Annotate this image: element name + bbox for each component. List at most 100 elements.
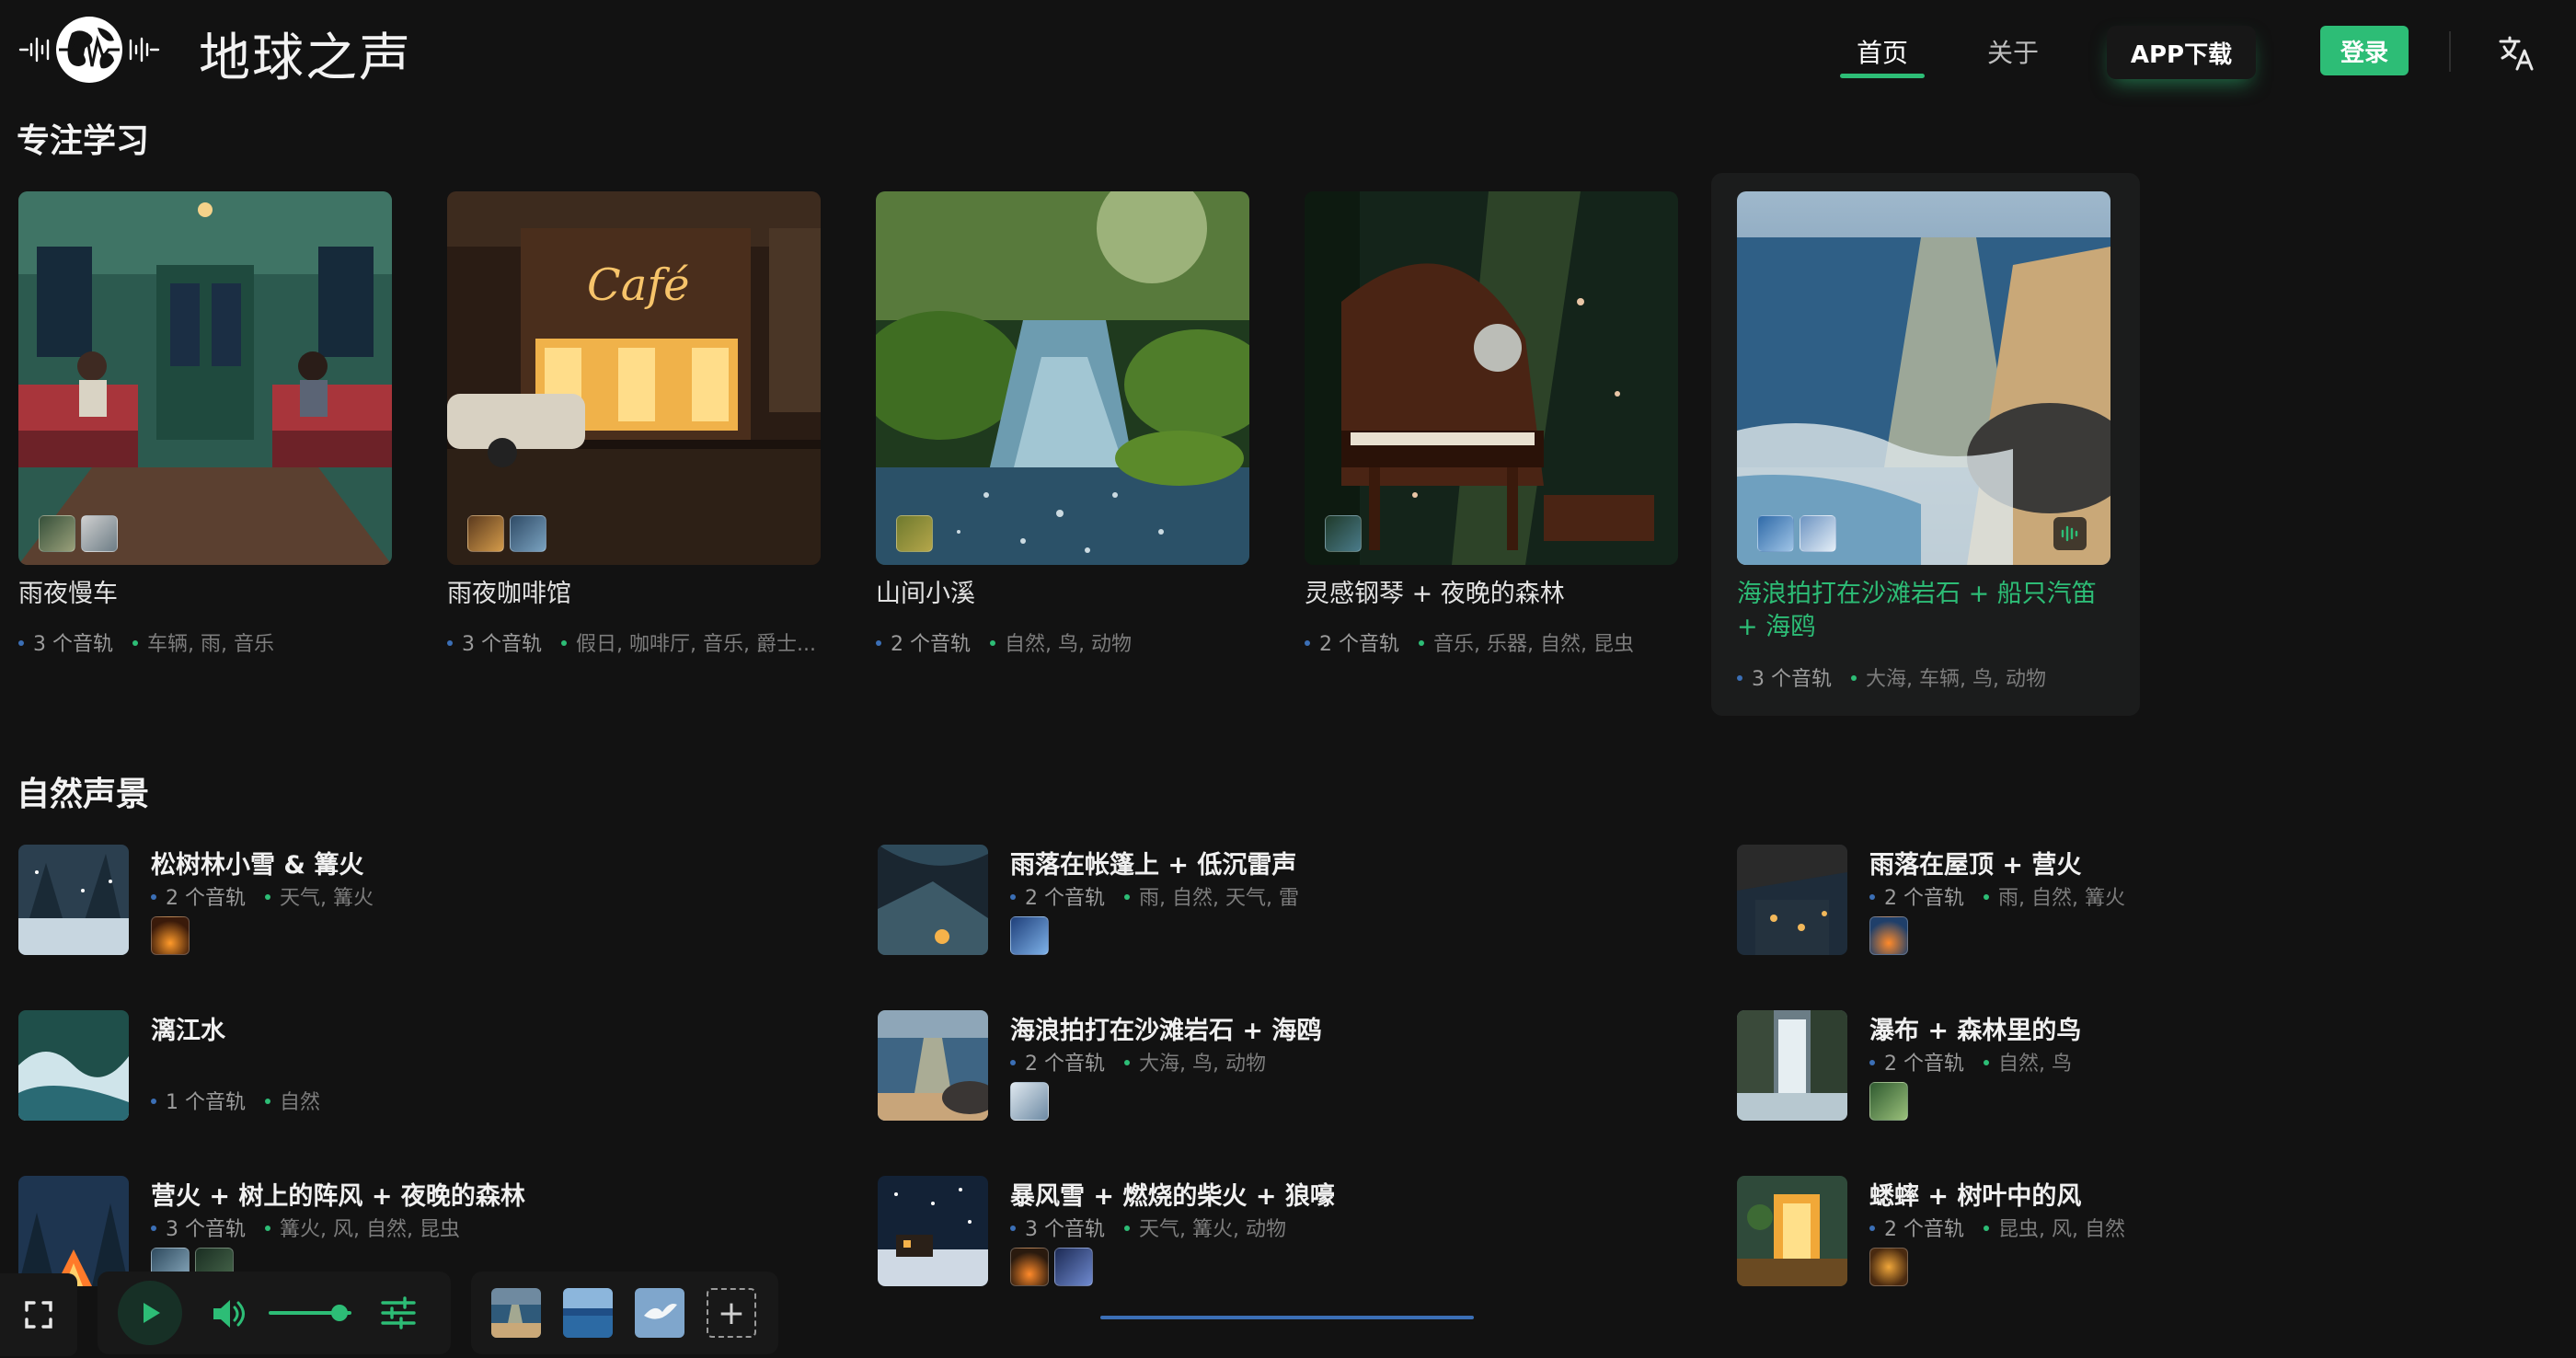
active-track-thumb[interactable] xyxy=(635,1288,684,1338)
card-tags: 车辆, 雨, 音乐 xyxy=(147,633,274,656)
track-count: 3 个音轨 xyxy=(1025,1218,1105,1241)
item-tags: 天气, 篝火 xyxy=(280,887,374,910)
item-track-icons xyxy=(1010,1082,1049,1121)
card-meta: 3 个音轨 假日, 咖啡厅, 音乐, 爵士... xyxy=(447,627,824,657)
track-thumb-icon xyxy=(467,515,504,552)
volume-icon[interactable] xyxy=(210,1295,247,1332)
track-thumb-icon xyxy=(1757,515,1794,552)
track-count: 3 个音轨 xyxy=(33,633,113,656)
item-tags: 昆虫, 风, 自然 xyxy=(1998,1218,2125,1241)
fullscreen-icon xyxy=(25,1301,52,1329)
focus-card-creek[interactable]: 山间小溪 2 个音轨 自然, 鸟, 动物 xyxy=(857,173,1286,716)
item-title: 营火 + 树上的阵风 + 夜晚的森林 xyxy=(151,1182,525,1211)
active-nav-underline xyxy=(1840,74,1926,78)
track-count: 2 个音轨 xyxy=(1025,1053,1105,1076)
focus-card-train[interactable]: 雨夜慢车 3 个音轨 车辆, 雨, 音乐 xyxy=(0,173,429,716)
app-download-button[interactable]: APP下载 xyxy=(2107,26,2256,79)
earth-soundwave-logo-icon[interactable] xyxy=(18,13,160,86)
mixer-icon[interactable] xyxy=(379,1294,418,1332)
item-track-icons xyxy=(1010,1248,1093,1286)
item-meta: 3 个音轨 天气, 篝火, 动物 xyxy=(1010,1213,1286,1242)
bird-track-icon xyxy=(1869,1082,1908,1121)
item-meta: 2 个音轨 自然, 鸟 xyxy=(1869,1047,2072,1076)
item-tags: 篝火, 风, 自然, 昆虫 xyxy=(280,1218,460,1241)
track-count: 2 个音轨 xyxy=(1025,887,1105,910)
add-track-button[interactable]: + xyxy=(707,1288,756,1338)
card-meta: 2 个音轨 音乐, 乐器, 自然, 昆虫 xyxy=(1305,627,1682,657)
list-item[interactable]: 漓江水 1 个音轨 自然 xyxy=(0,1010,828,1148)
item-meta: 2 个音轨 天气, 篝火 xyxy=(151,881,374,911)
track-count: 3 个音轨 xyxy=(462,633,542,656)
focus-card-beach[interactable]: 海浪拍打在沙滩岩石 + 船只汽笛 + 海鸥 3 个音轨 大海, 车辆, 鸟, 动… xyxy=(1711,173,2140,716)
track-count: 3 个音轨 xyxy=(166,1218,246,1241)
card-track-icons xyxy=(467,515,546,552)
item-meta: 2 个音轨 昆虫, 风, 自然 xyxy=(1869,1213,2125,1242)
beach-scene-image xyxy=(1737,191,2110,565)
item-thumbnail xyxy=(18,845,129,955)
item-title: 雨落在屋顶 + 营火 xyxy=(1869,851,2082,880)
translate-icon[interactable] xyxy=(2499,35,2536,72)
item-title: 暴风雪 + 燃烧的柴火 + 狼嚎 xyxy=(1010,1182,1335,1211)
brand-name[interactable]: 地球之声 xyxy=(199,17,412,91)
track-thumb-icon xyxy=(1800,515,1836,552)
focus-card-piano[interactable]: 灵感钢琴 + 夜晚的森林 2 个音轨 音乐, 乐器, 自然, 昆虫 xyxy=(1286,173,1715,716)
list-item[interactable]: 雨落在屋顶 + 营火 2 个音轨 雨, 自然, 篝火 xyxy=(1719,845,2547,983)
item-thumbnail xyxy=(878,1010,988,1121)
item-title: 漓江水 xyxy=(151,1017,225,1045)
item-tags: 自然 xyxy=(280,1091,321,1114)
login-button[interactable]: 登录 xyxy=(2320,26,2409,75)
list-item[interactable]: 蟋蟀 + 树叶中的风 2 个音轨 昆虫, 风, 自然 xyxy=(1719,1176,2547,1314)
card-title: 山间小溪 xyxy=(876,580,975,608)
card-tags: 音乐, 乐器, 自然, 昆虫 xyxy=(1433,633,1634,656)
fullscreen-button[interactable] xyxy=(0,1273,77,1356)
firewood-track-icon xyxy=(1010,1248,1049,1286)
card-tags: 自然, 鸟, 动物 xyxy=(1005,633,1132,656)
list-item[interactable]: 雨落在帐篷上 + 低沉雷声 2 个音轨 雨, 自然, 天气, 雷 xyxy=(859,845,1687,983)
card-track-icons xyxy=(896,515,933,552)
active-tracks-bar: + xyxy=(471,1272,778,1354)
cafe-scene-image: Café xyxy=(447,191,821,565)
svg-text:Café: Café xyxy=(587,259,690,311)
list-item[interactable]: 海浪拍打在沙滩岩石 + 海鸥 2 个音轨 大海, 鸟, 动物 xyxy=(859,1010,1687,1148)
track-count: 3 个音轨 xyxy=(1752,668,1832,691)
list-item[interactable]: 松树林小雪 & 篝火 2 个音轨 天气, 篝火 xyxy=(0,845,828,983)
focus-card-cafe[interactable]: Café 雨夜咖啡馆 3 个音轨 假日, 咖啡厅, 音乐, 爵士... xyxy=(429,173,857,716)
card-thumbnail: Café xyxy=(447,191,821,565)
item-title: 松树林小雪 & 篝火 xyxy=(151,851,364,880)
card-thumbnail xyxy=(1305,191,1678,565)
track-count: 2 个音轨 xyxy=(166,887,246,910)
item-meta: 3 个音轨 篝火, 风, 自然, 昆虫 xyxy=(151,1213,460,1242)
list-item[interactable]: 暴风雪 + 燃烧的柴火 + 狼嚎 3 个音轨 天气, 篝火, 动物 xyxy=(859,1176,1687,1314)
nav-home-link[interactable]: 首页 xyxy=(1840,33,1926,78)
volume-slider[interactable] xyxy=(269,1303,351,1323)
item-track-icons xyxy=(1869,916,1908,955)
top-navigation-bar: 地球之声 首页 关于 APP下载 登录 xyxy=(0,0,2576,101)
item-title: 雨落在帐篷上 + 低沉雷声 xyxy=(1010,851,1297,880)
track-thumb-icon xyxy=(896,515,933,552)
horizontal-scroll-indicator[interactable] xyxy=(1100,1316,1474,1319)
card-thumbnail xyxy=(876,191,1249,565)
item-meta: 2 个音轨 雨, 自然, 天气, 雷 xyxy=(1010,881,1299,911)
leaves-track-icon xyxy=(1869,1248,1908,1286)
list-item[interactable]: 瀑布 + 森林里的鸟 2 个音轨 自然, 鸟 xyxy=(1719,1010,2547,1148)
active-track-thumb[interactable] xyxy=(491,1288,541,1338)
item-title: 蟋蟀 + 树叶中的风 xyxy=(1869,1182,2082,1211)
track-thumb-icon xyxy=(1325,515,1362,552)
campfire-track-icon xyxy=(151,916,190,955)
volume-knob[interactable] xyxy=(330,1305,348,1321)
track-count: 2 个音轨 xyxy=(1319,633,1399,656)
campfire-track-icon xyxy=(1869,916,1908,955)
item-title: 海浪拍打在沙滩岩石 + 海鸥 xyxy=(1010,1017,1322,1045)
creek-scene-image xyxy=(876,191,1249,565)
nav-about-link[interactable]: 关于 xyxy=(1987,33,2039,70)
active-track-thumb[interactable] xyxy=(563,1288,613,1338)
item-track-icons xyxy=(1010,916,1049,955)
card-meta: 3 个音轨 大海, 车辆, 鸟, 动物 xyxy=(1737,662,2114,692)
track-count: 1 个音轨 xyxy=(166,1091,246,1114)
card-tags: 假日, 咖啡厅, 音乐, 爵士... xyxy=(576,633,816,656)
item-track-icons xyxy=(1869,1082,1908,1121)
card-thumbnail xyxy=(18,191,392,565)
card-meta: 2 个音轨 自然, 鸟, 动物 xyxy=(876,627,1253,657)
item-title: 瀑布 + 森林里的鸟 xyxy=(1869,1017,2082,1045)
play-button[interactable] xyxy=(118,1281,182,1345)
